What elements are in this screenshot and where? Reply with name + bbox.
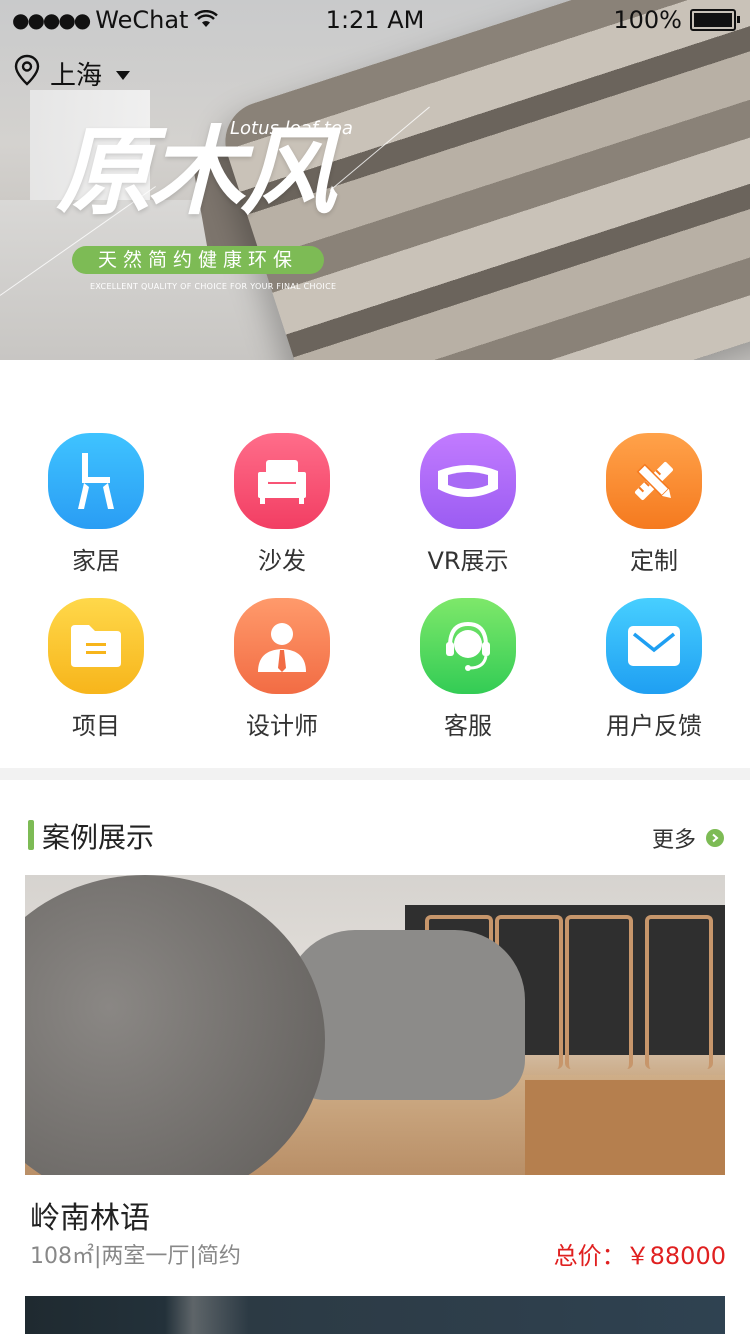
banner-slogan-en: EXCELLENT QUALITY OF CHOICE FOR YOUR FIN… <box>90 282 337 291</box>
more-link[interactable]: 更多 <box>652 822 724 854</box>
section-accent-bar <box>28 820 34 850</box>
grid-item-home[interactable]: 家居 <box>3 433 189 576</box>
case-price: 总价：￥88000 <box>553 1242 726 1270</box>
designer-icon <box>234 598 330 694</box>
chevron-down-icon <box>116 71 131 80</box>
chair-icon <box>48 433 144 529</box>
ruler-pencil-icon <box>606 433 702 529</box>
grid-item-label: 定制 <box>630 547 678 575</box>
case-image[interactable] <box>25 875 725 1175</box>
banner-title-en: Lotus leaf tea <box>230 118 353 139</box>
folder-icon <box>48 598 144 694</box>
case-meta: 108㎡|两室一厅|简约 <box>30 1244 241 1269</box>
category-grid: 家居 沙发 VR展示 定制 项目 设计师 客服 用户反馈 <box>0 360 750 768</box>
battery-percent: 100% <box>613 6 682 34</box>
status-bar: ●●●●● WeChat 1:21 AM 100% <box>0 0 750 40</box>
grid-item-label: 家居 <box>72 547 120 575</box>
banner-slogan: 天然简约健康环保 <box>72 246 324 274</box>
grid-item-sofa[interactable]: 沙发 <box>189 433 375 576</box>
case-image-stool <box>565 915 633 1069</box>
location-pin-icon <box>14 54 40 93</box>
location-city: 上海 <box>50 61 103 91</box>
grid-item-label: 项目 <box>72 712 120 740</box>
location-selector[interactable]: 上海 <box>14 54 131 93</box>
grid-item-label: 用户反馈 <box>606 712 702 740</box>
vr-headset-icon <box>420 433 516 529</box>
battery-icon <box>690 9 740 31</box>
mail-icon <box>606 598 702 694</box>
more-label: 更多 <box>651 828 696 853</box>
section-divider <box>0 768 750 780</box>
grid-item-label: 沙发 <box>258 547 306 575</box>
grid-item-custom[interactable]: 定制 <box>561 433 747 576</box>
case-name[interactable]: 岭南林语 <box>30 1193 150 1237</box>
grid-item-vr[interactable]: VR展示 <box>375 433 561 576</box>
grid-item-label: VR展示 <box>427 547 509 575</box>
sofa-icon <box>234 433 330 529</box>
section-title: 案例展示 <box>42 821 155 854</box>
grid-item-feedback[interactable]: 用户反馈 <box>561 598 747 741</box>
grid-item-label: 客服 <box>444 712 492 740</box>
grid-item-designer[interactable]: 设计师 <box>189 598 375 741</box>
banner-brand: 原木风 Lotus leaf tea 天然简约健康环保 EXCELLENT QU… <box>56 112 376 291</box>
chevron-right-icon <box>706 829 724 847</box>
grid-item-label: 设计师 <box>246 712 318 740</box>
case-image-next[interactable] <box>25 1296 725 1334</box>
headset-icon <box>420 598 516 694</box>
grid-item-service[interactable]: 客服 <box>375 598 561 741</box>
case-image-cube <box>525 1080 725 1175</box>
status-right: 100% <box>613 6 740 34</box>
cases-header: 案例展示 更多 <box>0 780 750 874</box>
grid-item-project[interactable]: 项目 <box>3 598 189 741</box>
case-image-stool <box>645 915 713 1069</box>
case-image-foreground-chair <box>25 875 325 1175</box>
